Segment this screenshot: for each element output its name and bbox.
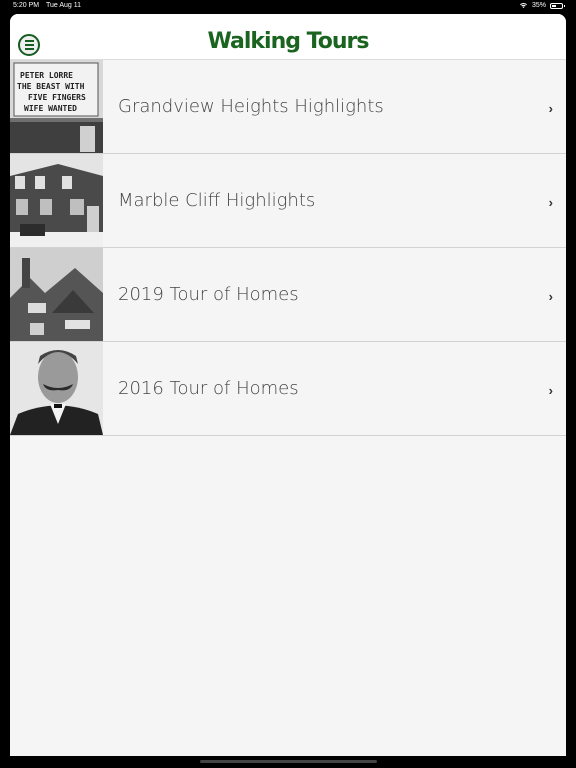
nav-header: Walking Tours	[10, 14, 566, 60]
tour-label: 2019 Tour of Homes	[118, 284, 299, 305]
chevron-right-icon: ›	[548, 101, 553, 116]
wifi-icon	[519, 2, 527, 9]
tour-row-2016[interactable]: 2016 Tour of Homes ›	[10, 342, 566, 436]
historic-house-photo	[10, 154, 103, 247]
svg-text:PETER LORRE: PETER LORRE	[20, 71, 73, 80]
tour-label: 2016 Tour of Homes	[118, 378, 299, 399]
svg-text:WIFE WANTED: WIFE WANTED	[24, 104, 77, 113]
theater-marquee-photo: PETER LORRE THE BEAST WITH FIVE FINGERS …	[10, 60, 103, 153]
tour-label: Grandview Heights Highlights	[118, 96, 384, 117]
status-date: Tue Aug 11	[46, 2, 82, 9]
tour-list: PETER LORRE THE BEAST WITH FIVE FINGERS …	[10, 60, 566, 436]
page-title: Walking Tours	[207, 29, 370, 54]
tour-row-grandview[interactable]: PETER LORRE THE BEAST WITH FIVE FINGERS …	[10, 60, 566, 154]
chevron-right-icon: ›	[548, 195, 553, 210]
app-screen: Walking Tours PETER LORRE THE BEAST WITH…	[10, 14, 566, 756]
tour-label: Marble Cliff Highlights	[118, 190, 316, 211]
svg-text:FIVE FINGERS: FIVE FINGERS	[28, 93, 86, 102]
tour-row-2019[interactable]: 2019 Tour of Homes ›	[10, 248, 566, 342]
battery-percent: 35%	[531, 2, 546, 9]
portrait-photo	[10, 342, 103, 435]
chevron-right-icon: ›	[548, 383, 553, 398]
home-indicator[interactable]	[200, 760, 377, 763]
chevron-right-icon: ›	[548, 289, 553, 304]
svg-text:THE BEAST WITH: THE BEAST WITH	[17, 82, 85, 91]
tour-row-marble-cliff[interactable]: Marble Cliff Highlights ›	[10, 154, 566, 248]
status-indicators: 35%	[519, 2, 565, 9]
battery-icon	[550, 2, 565, 9]
status-time: 5:20 PM	[13, 2, 40, 9]
stone-house-photo	[10, 248, 103, 341]
status-bar: 5:20 PM Tue Aug 11 35%	[0, 0, 576, 13]
